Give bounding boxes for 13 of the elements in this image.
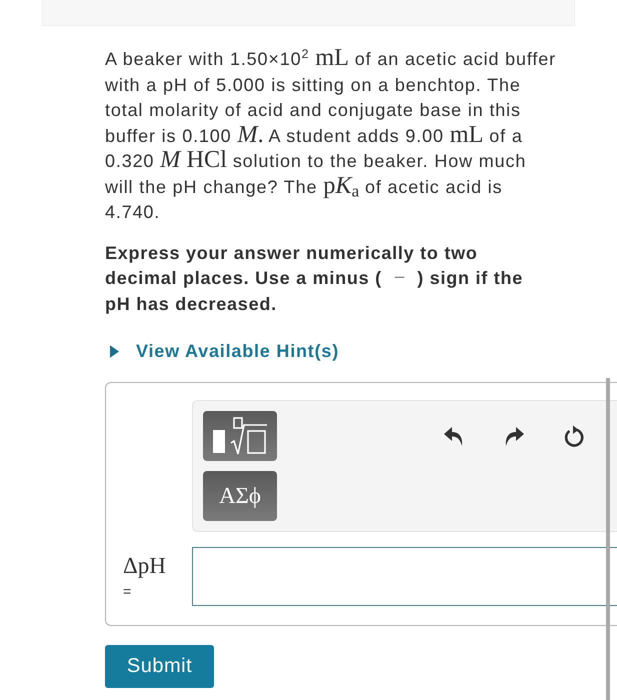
submit-button[interactable]: Submit: [105, 645, 214, 688]
hint-link[interactable]: View Available Hint(s): [105, 339, 339, 364]
equals-sign: =: [123, 583, 132, 599]
templates-button[interactable]: [203, 411, 277, 461]
question-text: A beaker with 1.50×10$^{2}$ mL of an acetic acid buffer with a pH of 5.000 is sitting on a benchtop. The total molarity of acid and conjugate base in this buffer is 0.100 M. A student adds 9.00 mL of a 0.320 M HCl solution to the beaker. How much will the pH change? The pK$_{a}$ of acetic acid is 4.740.: [105, 47, 557, 224]
undo-icon[interactable]: [443, 425, 465, 447]
reset-icon[interactable]: [563, 425, 585, 447]
answer-input[interactable]: [192, 547, 617, 606]
redo-icon[interactable]: [503, 425, 525, 447]
fraction-root-icon: [211, 416, 269, 456]
instructions-text: Express your answer numerically to two decimal places. Use a minus ( − ) sign if the pH has decreased.: [105, 242, 524, 316]
symbols-button[interactable]: ΑΣϕ: [203, 471, 277, 521]
answer-label: ΔpH: [123, 553, 166, 579]
